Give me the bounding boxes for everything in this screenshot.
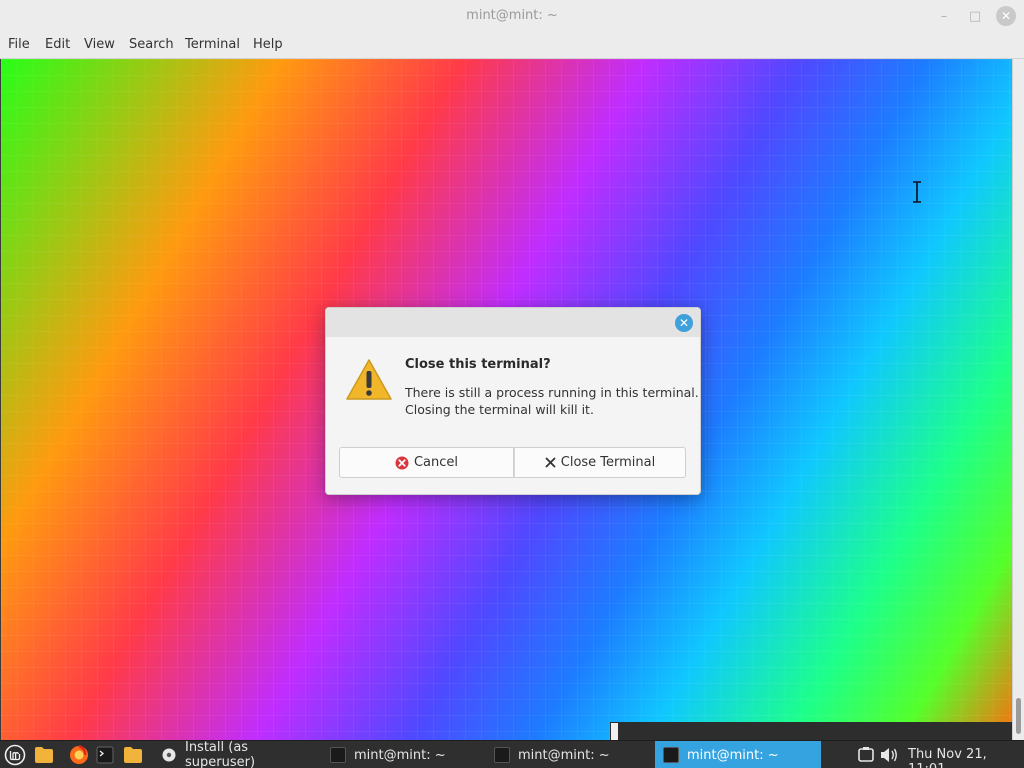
maximize-button[interactable]: □: [965, 6, 985, 26]
minimize-button[interactable]: –: [934, 6, 954, 26]
mint-menu-button[interactable]: [4, 744, 26, 766]
close-terminal-label: Close Terminal: [560, 455, 656, 470]
task-label: mint@mint: ~: [354, 747, 446, 763]
menu-view[interactable]: View: [84, 37, 115, 52]
clock[interactable]: Thu Nov 21, 11:01: [908, 747, 1024, 768]
menu-help[interactable]: Help: [253, 37, 283, 52]
minimize-icon: –: [940, 8, 948, 24]
dialog-message: There is still a process running in this…: [405, 384, 699, 418]
task-label: Install (as superuser): [184, 740, 256, 768]
warning-icon: [346, 359, 392, 400]
dialog-header[interactable]: [326, 308, 700, 337]
menu-terminal[interactable]: Terminal: [185, 37, 240, 52]
terminal-icon: [330, 747, 346, 763]
scrollbar-thumb[interactable]: [1016, 698, 1021, 734]
close-icon: ✕: [678, 316, 690, 330]
menu-file[interactable]: File: [8, 37, 30, 52]
maximize-icon: □: [968, 8, 982, 24]
text-cursor: [610, 722, 619, 741]
terminal-icon: [663, 747, 679, 763]
volume-tray-button[interactable]: [878, 744, 900, 766]
dialog-title: Close this terminal?: [405, 357, 551, 372]
window-title: mint@mint: ~: [466, 8, 558, 23]
close-icon: ✕: [1000, 9, 1012, 23]
close-terminal-button[interactable]: Close Terminal: [514, 447, 686, 478]
home-folder-launcher[interactable]: [122, 744, 144, 766]
terminal-scrollbar[interactable]: [1012, 59, 1024, 740]
dialog-message-line: There is still a process running in this…: [405, 385, 699, 400]
desktop-screen: mint@mint: ~ – □ ✕ File Edit View Search…: [0, 0, 1024, 768]
task-label: mint@mint: ~: [518, 747, 610, 763]
task-terminal-3-active[interactable]: mint@mint: ~: [655, 741, 821, 768]
cancel-label: Cancel: [413, 455, 459, 470]
task-install[interactable]: Install (as superuser): [154, 740, 322, 768]
cancel-button[interactable]: Cancel: [339, 447, 514, 478]
firefox-launcher[interactable]: [68, 744, 90, 766]
menu-search[interactable]: Search: [129, 37, 174, 52]
firefox-icon: [70, 745, 88, 764]
terminal-icon: [96, 746, 114, 764]
mint-logo-icon: [4, 744, 26, 766]
cancel-icon: [395, 456, 409, 470]
terminal-icon: [494, 747, 510, 763]
close-window-button[interactable]: ✕: [996, 6, 1016, 26]
terminal-cursor-row: [610, 722, 1012, 741]
menu-edit[interactable]: Edit: [45, 37, 70, 52]
files-launcher[interactable]: [33, 744, 55, 766]
folder-icon: [35, 747, 53, 763]
network-tray-button[interactable]: [855, 744, 877, 766]
install-disc-icon: [162, 748, 176, 762]
taskbar: Install (as superuser) mint@mint: ~ mint…: [0, 740, 1024, 768]
x-icon: [545, 457, 556, 468]
task-terminal-2[interactable]: mint@mint: ~: [486, 741, 654, 768]
dialog-close-button[interactable]: ✕: [675, 314, 693, 332]
volume-icon: [881, 748, 897, 762]
folder-icon: [124, 747, 142, 763]
dialog-message-line: Closing the terminal will kill it.: [405, 402, 594, 417]
network-icon: [858, 747, 874, 762]
ibeam-cursor-icon: [913, 181, 921, 203]
task-label: mint@mint: ~: [687, 747, 779, 763]
task-terminal-1[interactable]: mint@mint: ~: [322, 741, 490, 768]
close-terminal-dialog: ✕ Close this terminal? There is still a …: [325, 307, 701, 495]
menubar: File Edit View Search Terminal Help: [0, 31, 1024, 59]
terminal-titlebar[interactable]: mint@mint: ~ – □ ✕: [0, 0, 1024, 31]
terminal-launcher[interactable]: [94, 744, 116, 766]
